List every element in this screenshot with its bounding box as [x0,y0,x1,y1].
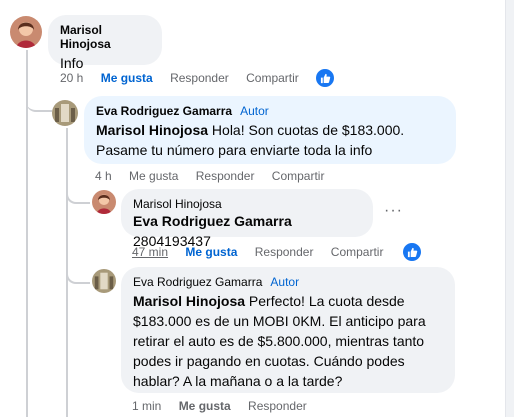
share-button[interactable]: Compartir [331,245,384,259]
comment-text: Marisol Hinojosa Perfecto! La cuota desd… [133,291,443,391]
comment-author-name[interactable]: Marisol Hinojosa [133,197,361,211]
avatar-photo-icon [10,16,42,48]
comment-actions: 1 min Me gusta Responder [132,399,321,413]
comment-actions: 4 h Me gusta Responder Compartir [95,169,338,183]
comment-bubble: Marisol Hinojosa Eva Rodriguez Gamarra 2… [121,189,373,249]
comment-bubble: Marisol Hinojosa Info [48,15,162,71]
avatar[interactable] [10,16,42,48]
thumbs-up-icon[interactable] [314,67,336,89]
comment-author-name[interactable]: Eva Rodriguez Gamarra [96,104,232,118]
comment-author-line: Eva Rodriguez Gamarra Autor [133,275,443,289]
avatar[interactable] [52,100,78,126]
share-button[interactable]: Compartir [246,71,299,85]
share-button[interactable]: Compartir [272,169,325,183]
comment-actions: 47 min Me gusta Responder Compartir [132,245,397,259]
more-options-icon[interactable]: ··· [384,202,403,220]
thread-curve-1 [26,96,52,112]
scrollbar[interactable] [505,0,514,417]
comment-timestamp[interactable]: 47 min [132,245,168,259]
comment-author-name[interactable]: Eva Rodriguez Gamarra [133,275,262,289]
thread-line-main-2 [26,108,28,417]
comment-timestamp[interactable]: 1 min [132,399,161,413]
comment-timestamp[interactable]: 20 h [60,71,83,85]
reply-button[interactable]: Responder [196,169,255,183]
comment-author-name[interactable]: Marisol Hinojosa [60,23,150,51]
comment-author-line: Eva Rodriguez Gamarra Autor [96,104,444,118]
mention-link[interactable]: Eva Rodriguez Gamarra [133,213,292,229]
comment-bubble: Eva Rodriguez Gamarra Autor Marisol Hinoj… [84,96,456,164]
reply-button[interactable]: Responder [255,245,314,259]
thread-curve-3 [66,266,90,284]
thumbs-up-icon[interactable] [401,241,423,263]
avatar[interactable] [92,190,116,214]
comment-bubble: Eva Rodriguez Gamarra Autor Marisol Hinoj… [121,267,455,393]
avatar-photo-icon [92,269,116,293]
mention-link[interactable]: Marisol Hinojosa [96,122,208,138]
avatar-photo-icon [52,100,78,126]
comment-actions: 20 h Me gusta Responder Compartir [60,71,313,85]
like-button[interactable]: Me gusta [179,399,231,413]
mention-link[interactable]: Marisol Hinojosa [133,293,245,309]
like-button[interactable]: Me gusta [185,245,237,259]
comment-text: Marisol Hinojosa Hola! Son cuotas de $18… [96,120,444,160]
avatar[interactable] [92,269,116,293]
thread-curve-2 [66,186,90,204]
comment-timestamp[interactable]: 4 h [95,169,112,183]
reply-button[interactable]: Responder [170,71,229,85]
author-badge: Autor [240,104,269,118]
avatar-photo-icon [92,190,116,214]
like-button[interactable]: Me gusta [129,169,178,183]
comment-text: Info [60,55,84,71]
reply-button[interactable]: Responder [248,399,307,413]
like-button[interactable]: Me gusta [101,71,153,85]
author-badge: Autor [270,275,300,289]
